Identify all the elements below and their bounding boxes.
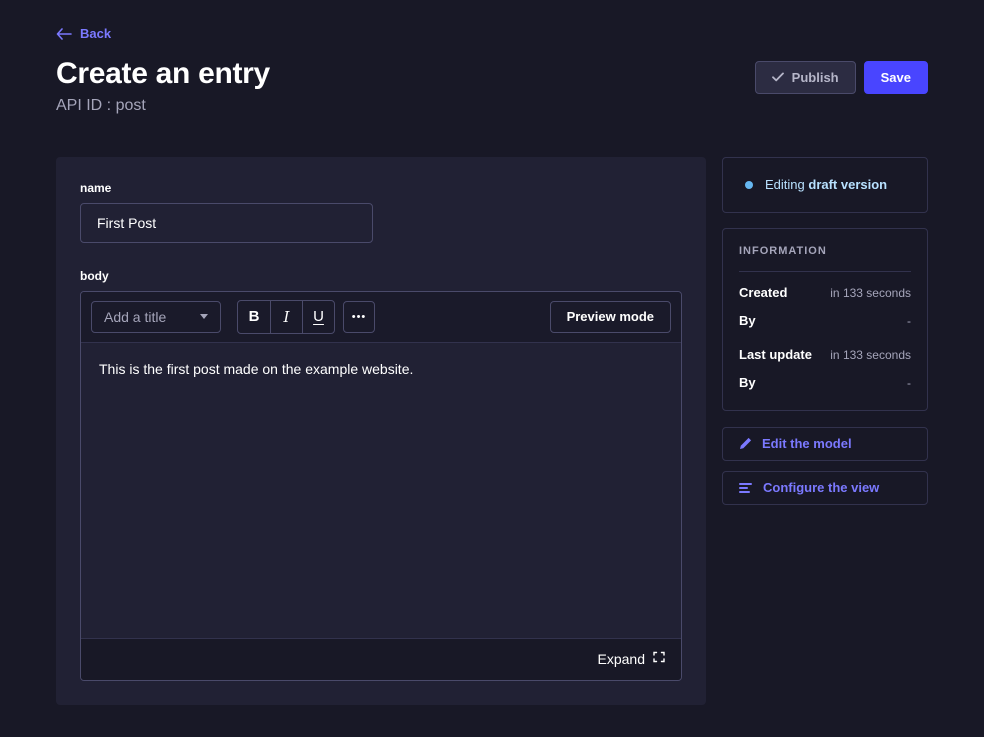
name-input[interactable] <box>80 203 373 243</box>
create-entry-page: Back Create an entry API ID : post Publi… <box>0 0 984 737</box>
info-row-created-by: By - <box>739 313 911 328</box>
preview-mode-button[interactable]: Preview mode <box>550 301 671 333</box>
publish-label: Publish <box>792 70 839 85</box>
expand-button[interactable]: Expand <box>81 638 681 680</box>
name-field-group: name <box>80 181 682 243</box>
info-row-created: Created in 133 seconds <box>739 285 911 300</box>
information-title: INFORMATION <box>739 245 911 257</box>
title-style-select-value: Add a title <box>104 309 166 325</box>
entry-form-card: name body Add a title B I U <box>56 157 706 705</box>
title-block: Create an entry API ID : post <box>56 57 270 115</box>
back-link[interactable]: Back <box>56 26 111 41</box>
back-label: Back <box>80 26 111 41</box>
italic-button[interactable]: I <box>270 301 302 333</box>
chevron-down-icon <box>200 314 208 319</box>
configure-view-button[interactable]: Configure the view <box>722 471 928 505</box>
expand-icon <box>653 650 665 668</box>
page-title: Create an entry <box>56 57 270 91</box>
configure-view-label: Configure the view <box>763 480 879 495</box>
edit-model-label: Edit the model <box>762 436 852 451</box>
body-field-label: body <box>80 269 682 283</box>
title-style-select[interactable]: Add a title <box>91 301 221 333</box>
api-id-subtitle: API ID : post <box>56 97 270 115</box>
text-format-group: B I U <box>237 300 335 334</box>
publish-button[interactable]: Publish <box>755 61 856 94</box>
layout-lines-icon <box>739 482 753 494</box>
check-icon <box>772 70 784 85</box>
info-row-updated-by: By - <box>739 375 911 390</box>
back-arrow-icon <box>56 28 72 40</box>
draft-status-text: Editing draft version <box>765 177 887 192</box>
body-editor-textarea[interactable]: This is the first post made on the examp… <box>81 343 681 638</box>
save-button[interactable]: Save <box>864 61 928 94</box>
information-panel: INFORMATION Created in 133 seconds By - … <box>722 228 928 411</box>
draft-status-panel: Editing draft version <box>722 157 928 213</box>
rich-text-editor: Add a title B I U ••• Preview mode This … <box>80 291 682 681</box>
info-row-last-update: Last update in 133 seconds <box>739 347 911 362</box>
pencil-icon <box>739 437 752 450</box>
edit-model-button[interactable]: Edit the model <box>722 427 928 461</box>
name-field-label: name <box>80 181 682 195</box>
page-header: Create an entry API ID : post Publish Sa… <box>56 57 928 115</box>
body-field-group: body Add a title B I U ••• <box>80 269 682 681</box>
draft-status-dot-icon <box>745 181 753 189</box>
expand-label: Expand <box>598 651 645 667</box>
information-divider <box>739 271 911 272</box>
bold-button[interactable]: B <box>238 301 270 333</box>
underline-button[interactable]: U <box>302 301 334 333</box>
more-options-button[interactable]: ••• <box>343 301 375 333</box>
header-actions: Publish Save <box>755 61 928 94</box>
entry-sidebar: Editing draft version INFORMATION Create… <box>722 157 928 515</box>
editor-toolbar: Add a title B I U ••• Preview mode <box>81 292 681 343</box>
